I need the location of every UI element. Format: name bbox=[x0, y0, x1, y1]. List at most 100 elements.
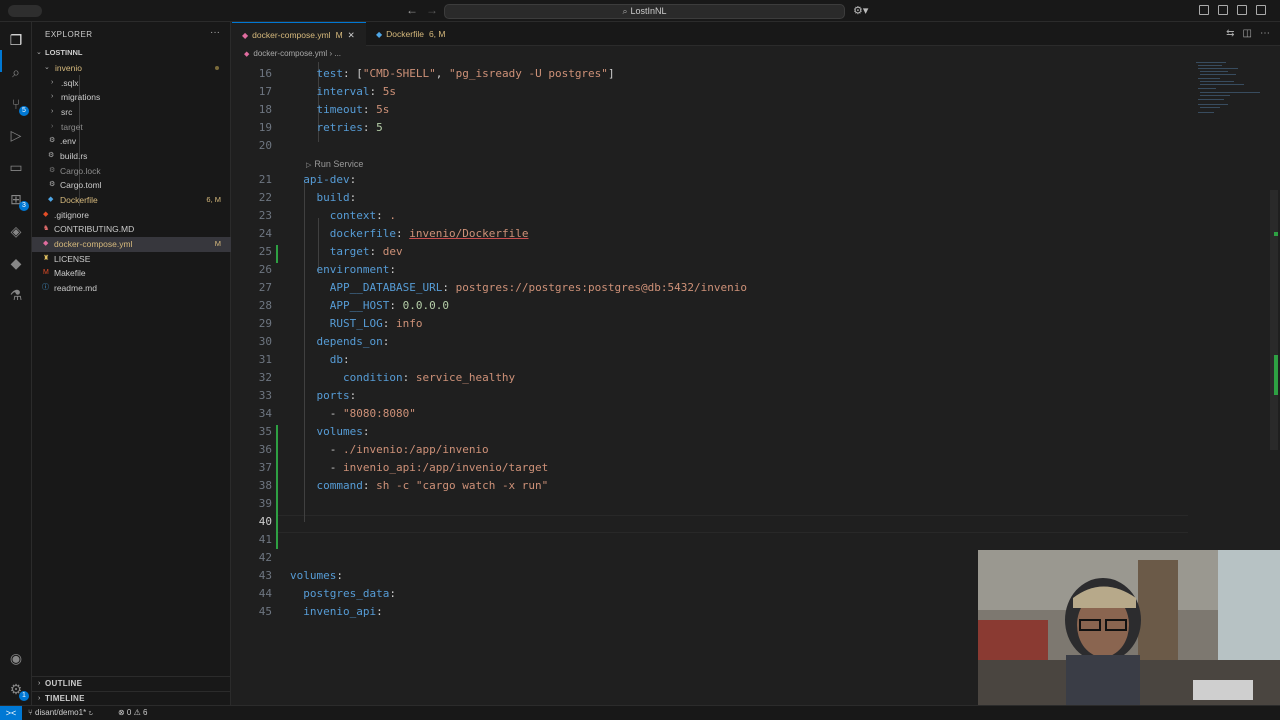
run-debug-icon[interactable]: ▷ bbox=[6, 125, 26, 145]
back-arrow-icon[interactable]: ← bbox=[406, 3, 418, 17]
code-line[interactable]: ports: bbox=[290, 389, 357, 402]
code-line[interactable]: volumes: bbox=[290, 425, 370, 438]
code-line[interactable]: test: ["CMD-SHELL", "pg_isready -U postg… bbox=[290, 67, 615, 80]
lock-file-icon: ⚙ bbox=[49, 167, 56, 174]
copilot-icon[interactable]: ⚙▾ bbox=[853, 4, 868, 17]
code-line[interactable]: build: bbox=[290, 191, 357, 204]
code-line[interactable]: - ./invenio:/app/invenio bbox=[290, 443, 489, 456]
outline-section[interactable]: › OUTLINE bbox=[32, 676, 231, 690]
code-line[interactable]: APP__DATABASE_URL: postgres://postgres:p… bbox=[290, 281, 747, 294]
vertical-scrollbar[interactable] bbox=[1270, 190, 1278, 450]
tree-file-build-rs[interactable]: ⚙ build.rs bbox=[32, 149, 231, 164]
workspace-root[interactable]: ⌄ LOSTINNL bbox=[32, 46, 231, 61]
tree-file-cargo-lock[interactable]: ⚙ Cargo.lock bbox=[32, 164, 231, 179]
breadcrumb: ◆ docker-compose.yml › ... bbox=[232, 46, 1280, 62]
tree-folder-sqlx[interactable]: › .sqlx bbox=[32, 76, 231, 91]
customize-layout-icon[interactable] bbox=[1199, 5, 1209, 15]
rust-file-icon: ⚙ bbox=[48, 152, 55, 159]
extensions-icon[interactable]: ⊞ 3 bbox=[6, 189, 29, 211]
chevron-right-icon: › bbox=[38, 680, 41, 687]
run-service-codelens[interactable]: ▷ Run Service bbox=[306, 159, 363, 169]
git-branch-status[interactable]: ⑂ disant/demo1* ↻ bbox=[28, 706, 93, 720]
search-icon: ⌕ bbox=[622, 6, 628, 16]
breadcrumb-more[interactable]: ... bbox=[334, 49, 341, 58]
chevron-right-icon: › bbox=[51, 108, 54, 115]
more-actions-icon[interactable]: ⋯ bbox=[1260, 28, 1270, 39]
code-line[interactable]: postgres_data: bbox=[290, 587, 396, 600]
code-line[interactable]: - invenio_api:/app/invenio/target bbox=[290, 461, 549, 474]
tree-file-cargo-toml[interactable]: ⚙ Cargo.toml bbox=[32, 178, 231, 193]
line-number: 28 bbox=[258, 299, 272, 312]
split-editor-icon[interactable]: ◫ bbox=[1243, 28, 1252, 39]
tree-file-contributing[interactable]: ♞ CONTRIBUTING.MD bbox=[32, 222, 231, 237]
code-line[interactable]: APP__HOST: 0.0.0.0 bbox=[290, 299, 449, 312]
explorer-icon[interactable]: ❐ bbox=[6, 30, 26, 50]
stack-icon[interactable]: ◆ bbox=[6, 253, 26, 273]
code-line[interactable]: interval: 5s bbox=[290, 85, 396, 98]
docker-icon[interactable]: ◈ bbox=[6, 221, 26, 241]
line-number: 18 bbox=[258, 103, 272, 116]
close-icon[interactable]: ✕ bbox=[348, 30, 355, 40]
code-line[interactable]: api-dev: bbox=[290, 173, 356, 186]
line-number: 43 bbox=[258, 569, 272, 582]
tree-file-dockerfile[interactable]: ◆ Dockerfile 6, M bbox=[32, 193, 231, 208]
account-icon[interactable]: ◉ bbox=[6, 648, 26, 668]
tree-folder-migrations[interactable]: › migrations bbox=[32, 90, 231, 105]
code-line[interactable]: RUST_LOG: info bbox=[290, 317, 423, 330]
more-actions-icon[interactable]: ··· bbox=[210, 27, 220, 38]
code-line[interactable]: dockerfile: invenio/Dockerfile bbox=[290, 227, 529, 240]
code-line[interactable]: db: bbox=[290, 353, 350, 366]
code-line[interactable]: retries: 5 bbox=[290, 121, 383, 134]
code-line[interactable]: target: dev bbox=[290, 245, 403, 258]
command-center-label: LostInNL bbox=[630, 6, 667, 16]
tree-file-makefile[interactable]: M Makefile bbox=[32, 266, 231, 281]
code-line[interactable]: command: sh -c "cargo watch -x run" bbox=[290, 479, 549, 492]
yaml-file-icon: ◆ bbox=[43, 240, 49, 247]
tree-file-gitignore[interactable]: ◆ .gitignore bbox=[32, 208, 231, 223]
activity-bar: ❐ ⌕ ⑂ 5 ▷ ▭ ⊞ 3 ◈ ◆ ⚗ ◉ ⚙ 1 bbox=[0, 22, 32, 705]
sync-icon[interactable]: ↻ bbox=[88, 708, 93, 717]
remote-explorer-icon[interactable]: ▭ bbox=[6, 157, 26, 177]
tree-file-docker-compose[interactable]: ◆ docker-compose.yml M bbox=[32, 237, 231, 252]
tree-item-label: .sqlx bbox=[61, 78, 79, 88]
code-line[interactable]: depends_on: bbox=[290, 335, 390, 348]
tree-item-label: Makefile bbox=[54, 268, 86, 278]
tree-folder-target[interactable]: › target bbox=[32, 120, 231, 135]
line-number: 44 bbox=[258, 587, 272, 600]
tab-dockerfile[interactable]: ◆ Dockerfile 6, M bbox=[366, 22, 460, 46]
tree-file-env[interactable]: ⚙ .env bbox=[32, 134, 231, 149]
problems-status[interactable]: ⊗ 0 ⚠ 6 bbox=[118, 706, 147, 720]
toggle-panel-icon[interactable] bbox=[1237, 5, 1247, 15]
tree-file-license[interactable]: ♜ LICENSE bbox=[32, 252, 231, 267]
tab-status: M bbox=[335, 30, 343, 40]
code-line[interactable]: volumes: bbox=[290, 569, 343, 582]
tab-docker-compose[interactable]: ◆ docker-compose.yml M ✕ bbox=[232, 22, 366, 46]
forward-arrow-icon[interactable]: → bbox=[426, 3, 438, 17]
compare-changes-icon[interactable]: ⇆ bbox=[1226, 28, 1234, 39]
manage-gear-icon[interactable]: ⚙ 1 bbox=[6, 679, 29, 701]
code-line[interactable]: - "8080:8080" bbox=[290, 407, 416, 420]
search-icon[interactable]: ⌕ bbox=[6, 62, 26, 82]
tree-file-readme[interactable]: ⓘ readme.md bbox=[32, 281, 231, 296]
breadcrumb-file[interactable]: docker-compose.yml bbox=[253, 49, 327, 58]
toggle-secondary-sidebar-icon[interactable] bbox=[1256, 5, 1266, 15]
line-number: 40 bbox=[258, 515, 272, 528]
line-number: 45 bbox=[258, 605, 272, 618]
tree-folder-src[interactable]: › src bbox=[32, 105, 231, 120]
timeline-section[interactable]: › TIMELINE bbox=[32, 691, 231, 705]
line-number: 20 bbox=[258, 139, 272, 152]
code-line[interactable]: timeout: 5s bbox=[290, 103, 390, 116]
code-line[interactable]: context: . bbox=[290, 209, 396, 222]
remote-indicator[interactable]: >< bbox=[0, 706, 22, 720]
code-line[interactable]: condition: service_healthy bbox=[290, 371, 515, 384]
toggle-sidebar-icon[interactable] bbox=[1218, 5, 1228, 15]
window-controls[interactable] bbox=[8, 5, 42, 17]
tree-folder-invenio[interactable]: ⌄ invenio bbox=[32, 61, 231, 76]
command-center-search[interactable]: ⌕ LostInNL bbox=[444, 4, 845, 19]
code-line[interactable]: environment: bbox=[290, 263, 396, 276]
testing-icon[interactable]: ⚗ bbox=[6, 285, 26, 305]
code-line[interactable]: invenio_api: bbox=[290, 605, 382, 618]
source-control-icon[interactable]: ⑂ 5 bbox=[6, 94, 29, 116]
git-change-marker bbox=[276, 425, 278, 549]
line-number: 39 bbox=[258, 497, 272, 510]
